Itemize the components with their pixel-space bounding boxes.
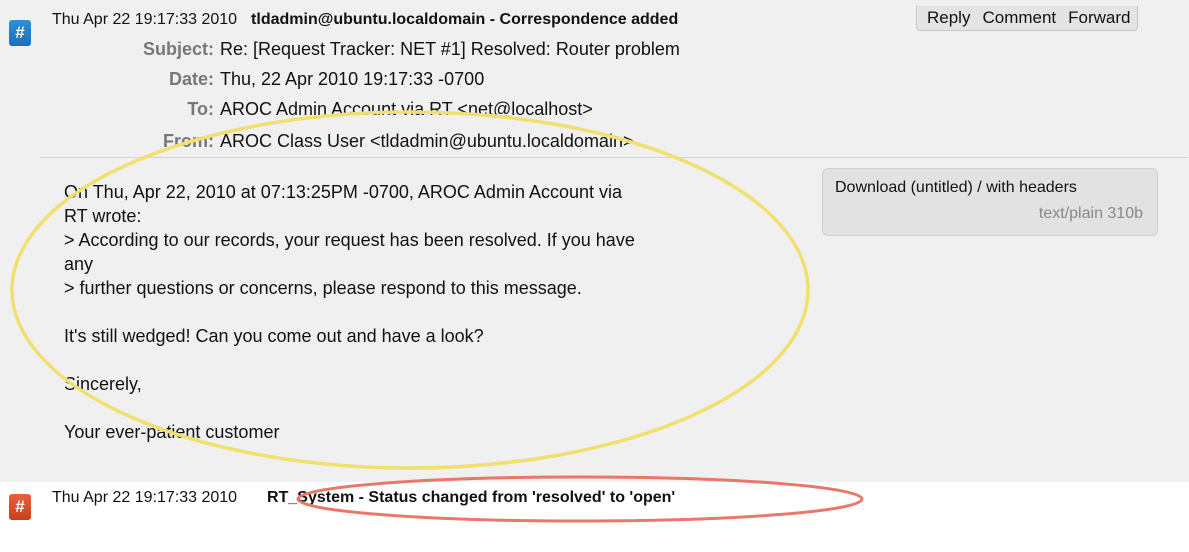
body-line: RT wrote: (64, 206, 142, 226)
attachment-info: text/plain 310b (1038, 205, 1143, 222)
from-label: From: (163, 131, 214, 151)
subject-value: Re: [Request Tracker: NET #1] Resolved: … (220, 39, 680, 59)
transaction-timestamp: Thu Apr 22 19:17:33 2010 (52, 11, 238, 28)
header-separator (40, 157, 1188, 158)
hash-icon[interactable]: # (9, 494, 31, 520)
header-from: From: AROC Class User <tldadmin@ubuntu.l… (0, 131, 1189, 155)
transaction-correspondence: # Thu Apr 22 19:17:33 2010 tldadmin@ubunt… (0, 0, 1189, 483)
forward-link[interactable]: Forward (1068, 8, 1130, 27)
body-line: On Thu, Apr 22, 2010 at 07:13:25PM -0700… (64, 182, 623, 202)
from-value: AROC Class User <tldadmin@ubuntu.localdo… (220, 131, 634, 151)
body-line: It's still wedged! Can you come out and … (64, 326, 484, 346)
body-line: any (64, 254, 94, 274)
transaction-header: Thu Apr 22 19:17:33 2010 tldadmin@ubuntu.… (52, 11, 678, 29)
body-line: > further questions or concerns, please … (64, 278, 582, 298)
comment-link[interactable]: Comment (982, 8, 1056, 27)
body-line: > According to our records, your request… (64, 230, 635, 250)
transaction-header: Thu Apr 22 19:17:33 2010 RT_System - Stat… (52, 489, 675, 507)
body-line (64, 396, 804, 420)
transaction-description: RT_System - Status changed from 'resolve… (267, 489, 676, 506)
reply-link[interactable]: Reply (927, 8, 970, 27)
body-line: Your ever-patient customer (64, 422, 280, 442)
body-line (64, 300, 804, 324)
to-value: AROC Admin Account via RT <net@localhost… (220, 99, 593, 119)
message-body: On Thu, Apr 22, 2010 at 07:13:25PM -0700… (64, 180, 804, 444)
to-label: To: (187, 99, 214, 119)
header-date: Date: Thu, 22 Apr 2010 19:17:33 -0700 (0, 69, 1189, 93)
transaction-actions: Reply Comment Forward (916, 6, 1138, 31)
date-label: Date: (168, 69, 214, 89)
header-to: To: AROC Admin Account via RT <net@local… (0, 99, 1189, 123)
transaction-description: tldadmin@ubuntu.localdomain - Correspond… (251, 11, 679, 28)
date-value: Thu, 22 Apr 2010 19:17:33 -0700 (220, 69, 485, 89)
body-line: Sincerely, (64, 374, 142, 394)
subject-label: Subject: (142, 39, 214, 59)
download-attachment-box[interactable]: Download (untitled) / with headers text/… (822, 168, 1158, 236)
body-line (64, 348, 804, 372)
transaction-timestamp: Thu Apr 22 19:17:33 2010 (52, 489, 238, 506)
header-subject: Subject: Re: [Request Tracker: NET #1] R… (0, 39, 1189, 63)
download-link[interactable]: Download (untitled) / with headers (835, 179, 1077, 197)
